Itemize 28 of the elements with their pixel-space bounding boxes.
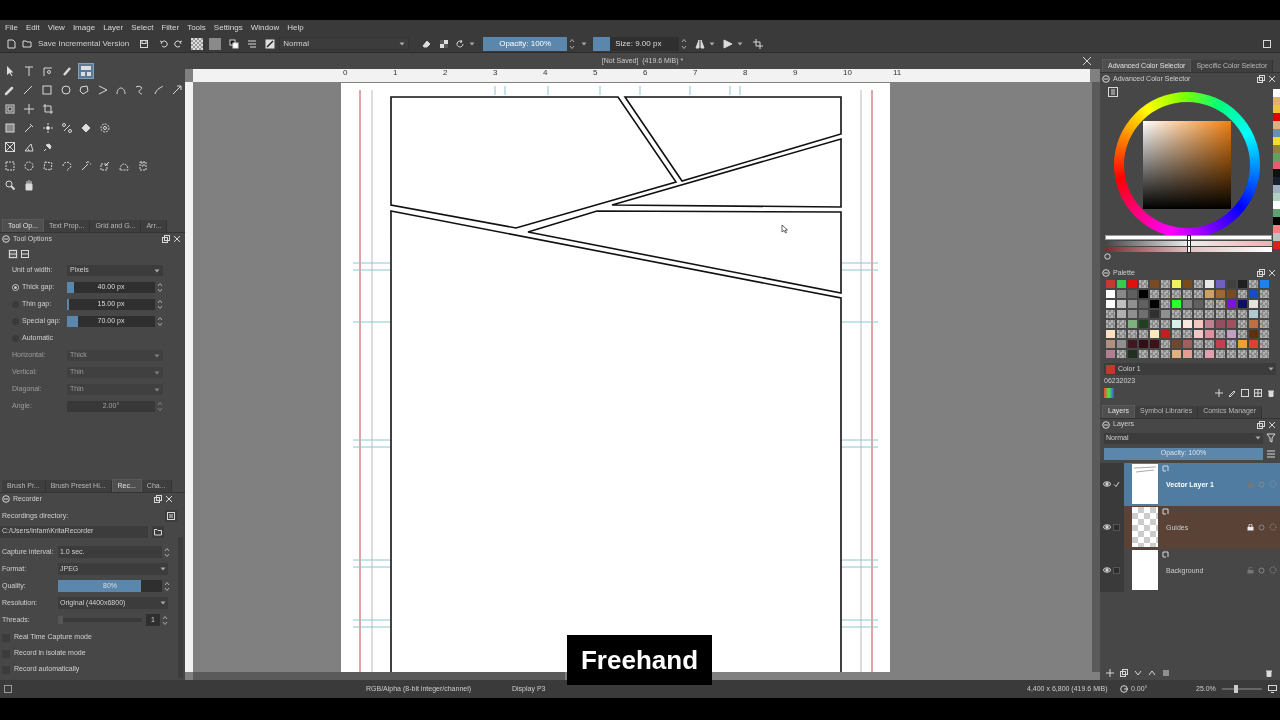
ruler-label: 9 [793,69,798,77]
ruler-label: 1 [393,69,398,77]
menu-item[interactable]: Window [250,23,280,32]
ruler-label: 2 [443,69,448,77]
ruler-label: 0 [343,69,348,77]
size-slider[interactable]: Size: 9.00 px [593,36,680,51]
opacity-slider[interactable]: Opacity: 100% [483,36,568,51]
menu-item[interactable]: Tools [187,23,206,32]
menu-item[interactable]: File [5,23,18,32]
menu-item[interactable]: Filter [161,23,180,32]
menu-item[interactable]: Layer [103,23,124,32]
ruler-label: 5 [593,69,598,77]
menu-item[interactable]: Settings [213,23,243,32]
ruler-label: 10 [843,69,852,77]
menu-item[interactable]: View [47,23,65,32]
menu-item[interactable]: Select [131,23,154,32]
caption: Freehand [567,635,712,685]
ruler-label: 4 [543,69,548,77]
menu-item[interactable]: Image [72,23,96,32]
ruler-label: 6 [643,69,648,77]
save-incremental-button[interactable]: Save Incremental Version [38,37,130,50]
ruler-label: 3 [493,69,498,77]
blend-mode-dropdown[interactable]: Normal [279,37,410,50]
ruler-label: 11 [893,69,902,77]
ruler-label: 7 [693,69,698,77]
ruler-label: 8 [743,69,748,77]
menu-item[interactable]: Edit [25,23,40,32]
menu-item[interactable]: Help [287,23,304,32]
